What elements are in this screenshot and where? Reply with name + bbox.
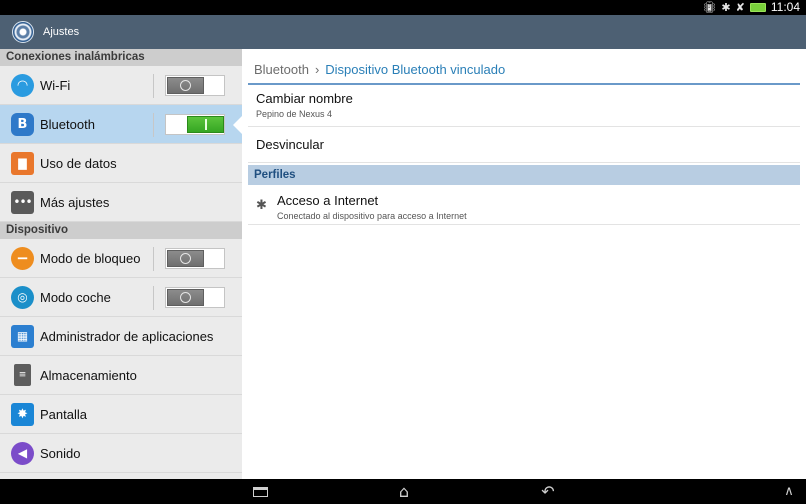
breadcrumb: Bluetooth › Dispositivo Bluetooth vincul… [254,62,505,77]
internet-access-summary: Conectado al dispositivo para acceso a I… [277,211,467,221]
display-icon: ✸ [11,402,34,426]
recent-apps-icon [252,486,268,497]
breadcrumb-current: Dispositivo Bluetooth vinculado [325,62,506,77]
selection-indicator [233,115,242,135]
driving-mode-toggle[interactable] [165,287,225,308]
sidebar-item-label: Almacenamiento [40,367,137,383]
back-icon: ↶ [541,482,555,501]
chevron-up-icon: ∧ [784,484,794,499]
wifi-icon: ◠ [11,73,34,97]
sidebar-item-driving-mode[interactable]: ◎ Modo coche [0,278,242,317]
status-clock: 11:04 [770,0,800,14]
sidebar-item-label: Modo coche [40,289,111,305]
recent-apps-button[interactable] [250,481,270,502]
back-button[interactable]: ↶ [537,481,559,502]
toggle-knob [167,250,204,267]
sidebar-item-label: Administrador de aplicaciones [40,328,214,344]
sidebar-item-blocking-mode[interactable]: − Modo de bloqueo [0,239,242,278]
sound-icon: ◀ [11,441,34,465]
sidebar-item-wifi[interactable]: ◠ Wi-Fi [0,66,242,105]
sidebar-item-label: Modo de bloqueo [40,250,141,266]
status-bar: 📳︎ ✱ ✘ 11:04 [0,0,806,15]
unpair-item[interactable]: Desvincular [248,129,800,163]
toggle-divider [153,286,154,310]
internet-access-title: Acceso a Internet [277,193,379,208]
sidebar-item-label: Sonido [40,445,81,461]
section-header-device: Dispositivo [0,222,242,239]
settings-list[interactable]: Conexiones inalámbricas ◠ Wi-Fi B Blueto… [0,49,242,479]
settings-gear-icon[interactable] [12,21,34,43]
detail-panel: Bluetooth › Dispositivo Bluetooth vincul… [242,49,806,479]
toggle-divider [153,74,154,98]
collapse-button[interactable]: ∧ [778,481,800,502]
wifi-toggle[interactable] [165,75,225,96]
driving-mode-icon: ◎ [11,285,34,309]
sidebar-item-label: Wi-Fi [40,77,71,93]
toggle-knob [187,116,224,133]
toggle-knob [167,289,204,306]
status-icons: 📳︎ ✱ ✘ 11:04 [702,0,800,15]
toggle-divider [153,113,154,137]
vibrate-icon: 📳︎ [702,1,717,14]
toggle-knob [167,77,204,94]
sidebar-item-app-manager[interactable]: ▦ Administrador de aplicaciones [0,317,242,356]
sidebar-item-data-usage[interactable]: ▇ Uso de datos [0,144,242,183]
chevron-right-icon: › [314,62,320,77]
home-button[interactable]: ⌂ [392,481,416,502]
sidebar-item-sound[interactable]: ◀ Sonido [0,434,242,473]
blocking-mode-toggle[interactable] [165,248,225,269]
sidebar-item-label: Pantalla [40,406,87,422]
sidebar-item-label: Bluetooth [40,116,95,132]
unpair-title: Desvincular [256,137,324,152]
rename-device-item[interactable]: Cambiar nombre Pepino de Nexus 4 [248,90,800,127]
sidebar-item-label: Uso de datos [40,155,117,171]
no-signal-icon: ✘ [735,1,745,14]
more-settings-icon: ••• [11,190,34,214]
sidebar-item-label: Más ajustes [40,194,110,210]
breadcrumb-parent[interactable]: Bluetooth [254,62,309,77]
data-usage-icon: ▇ [11,151,34,175]
home-icon: ⌂ [398,482,410,501]
action-bar: Ajustes [0,15,806,49]
profiles-section-header: Perfiles [248,165,800,185]
rename-summary: Pepino de Nexus 4 [256,109,333,119]
app-manager-icon: ▦ [11,324,34,348]
action-bar-title: Ajustes [43,26,80,38]
sidebar-item-storage[interactable]: ≡ Almacenamiento [0,356,242,395]
bluetooth-profile-icon: ✱ [256,198,267,213]
breadcrumb-divider [248,83,800,85]
bluetooth-status-icon: ✱ [721,1,731,14]
sidebar-item-more-settings[interactable]: ••• Más ajustes [0,183,242,222]
navigation-bar: ⌂ ↶ ∧ [0,479,806,504]
internet-access-item[interactable]: ✱ Acceso a Internet Conectado al disposi… [248,189,800,225]
blocking-mode-icon: − [11,246,34,270]
toggle-divider [153,247,154,271]
rename-title: Cambiar nombre [256,91,353,106]
bluetooth-icon: B [11,112,34,136]
section-header-wireless: Conexiones inalámbricas [0,49,242,66]
storage-icon: ≡ [14,364,31,386]
sidebar-item-display[interactable]: ✸ Pantalla [0,395,242,434]
sidebar-item-bluetooth[interactable]: B Bluetooth [0,105,242,144]
battery-icon [749,3,766,12]
bluetooth-toggle[interactable] [165,114,225,135]
